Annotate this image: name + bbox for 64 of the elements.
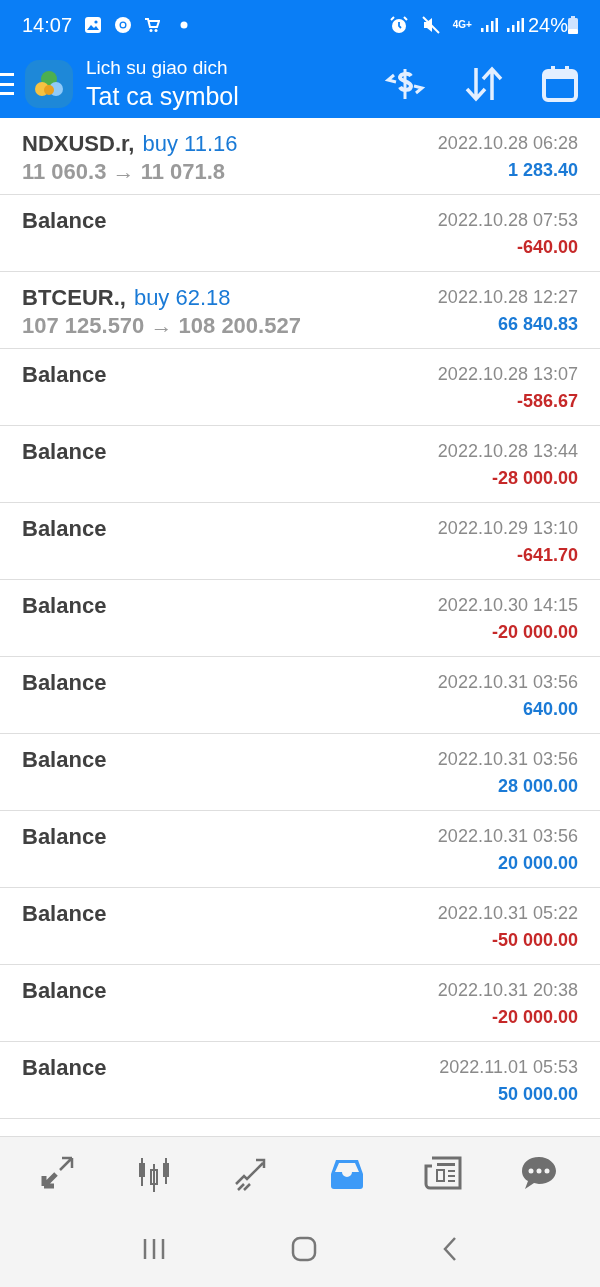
symbol-label: Balance — [22, 669, 107, 697]
symbol-label: Balance — [22, 361, 107, 389]
symbol-label: Balance — [22, 1054, 107, 1082]
symbol-label: NDXUSD.r, — [22, 130, 135, 158]
menu-button[interactable] — [0, 73, 16, 95]
trade-volume: buy 11.16 — [142, 130, 238, 158]
deal-amount: -640.00 — [516, 236, 578, 259]
symbol-label: BTCEUR., — [22, 284, 126, 312]
screen-title: Lich su giao dich — [86, 56, 229, 80]
deal-time: 2022.10.28 06:28 — [437, 132, 578, 155]
deal-time: 2022.10.28 07:53 — [437, 209, 578, 232]
deal-time: 2022.10.28 13:07 — [437, 363, 578, 386]
back-icon[interactable] — [441, 1235, 458, 1262]
gallery-icon — [84, 16, 103, 34]
deal-amount: 640.00 — [522, 698, 578, 721]
deal-amount: -28 000.00 — [491, 467, 578, 490]
deal-amount: 50 000.00 — [497, 1083, 578, 1106]
symbol-label: Balance — [22, 823, 107, 851]
battery-icon — [568, 16, 578, 34]
alarm-icon — [388, 15, 409, 35]
recent-apps-icon[interactable] — [142, 1236, 167, 1261]
deal-time: 2022.10.31 03:56 — [437, 748, 578, 771]
app-logo-icon — [24, 59, 74, 109]
network-label: 4G+ — [452, 20, 472, 30]
signal-icon — [479, 17, 498, 33]
deal-time: 2022.10.31 05:22 — [437, 902, 578, 925]
deal-amount: 20 000.00 — [497, 852, 578, 875]
dot-icon — [180, 21, 189, 29]
signal-icon — [505, 17, 524, 33]
deal-amount: -586.67 — [516, 390, 578, 413]
home-icon[interactable] — [291, 1235, 317, 1262]
deal-time: 2022.10.29 13:10 — [437, 517, 578, 540]
symbol-label: Balance — [22, 207, 107, 235]
cart-icon — [144, 17, 161, 33]
sort-icon — [464, 66, 504, 102]
symbol-label: Balance — [22, 592, 107, 620]
calendar-icon — [541, 65, 579, 103]
deal-amount: -20 000.00 — [491, 1006, 578, 1029]
deal-amount: -50 000.00 — [491, 929, 578, 952]
deal-time: 2022.10.28 12:27 — [437, 286, 578, 309]
deal-time: 2022.10.28 13:44 — [437, 440, 578, 463]
price-range: 107 125.570 → 108 200.527 — [22, 312, 301, 340]
deal-amount: 28 000.00 — [497, 775, 578, 798]
battery-percent: 24% — [527, 13, 568, 38]
deal-time: 2022.10.31 03:56 — [437, 671, 578, 694]
deal-time: 2022.10.30 14:15 — [437, 594, 578, 617]
price-range: 11 060.3 → 11 071.8 — [22, 158, 227, 186]
deal-time: 2022.10.31 03:56 — [437, 825, 578, 848]
deal-amount: 1 283.40 — [507, 159, 578, 182]
deal-amount: -20 000.00 — [491, 621, 578, 644]
symbol-label: Balance — [22, 746, 107, 774]
symbol-label: Balance — [22, 438, 107, 466]
browser-icon — [114, 16, 133, 34]
status-time: 14:07 — [22, 13, 73, 38]
deal-time: 2022.11.01 05:53 — [439, 1056, 578, 1079]
deal-amount: 66 840.83 — [497, 313, 578, 336]
mute-icon — [420, 15, 441, 35]
symbol-label: Balance — [22, 900, 107, 928]
deal-time: 2022.10.31 20:38 — [437, 979, 578, 1002]
trade-volume: buy 62.18 — [133, 284, 231, 312]
deal-amount: -641.70 — [516, 544, 578, 567]
symbol-label: Balance — [22, 515, 107, 543]
symbol-label: Balance — [22, 977, 107, 1005]
screen-subtitle: Tat ca symbol — [86, 81, 239, 112]
